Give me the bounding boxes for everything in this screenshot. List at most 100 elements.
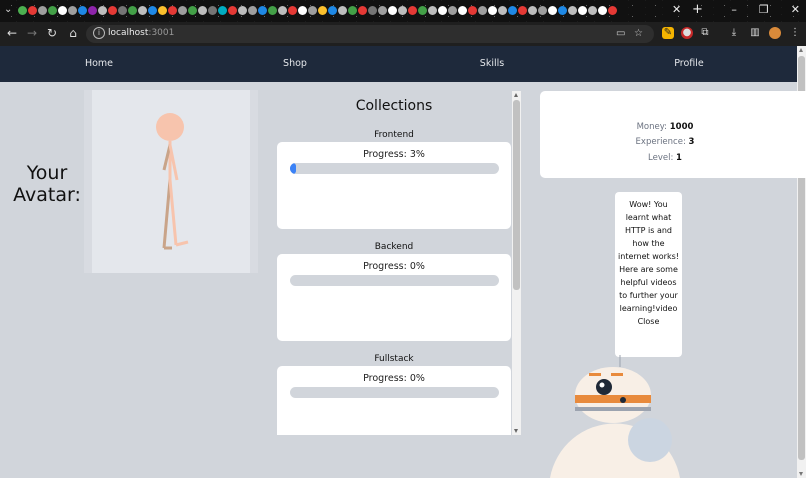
address-text[interactable]: localhost:3001 (108, 28, 174, 38)
pinned-tab-favicon-icon[interactable] (298, 6, 307, 15)
profile-avatar-icon[interactable] (769, 27, 781, 39)
collection-card[interactable]: Progress: 0% (277, 254, 511, 341)
pinned-tab-favicon-icon[interactable] (238, 6, 247, 15)
extensions-puzzle-icon[interactable]: ⧉ (699, 27, 711, 39)
pinned-tab-favicon-icon[interactable] (138, 6, 147, 15)
pinned-tab-favicon-icon[interactable] (588, 6, 597, 15)
nav-home[interactable]: Home (85, 58, 113, 69)
collection-name: Fullstack (374, 354, 414, 364)
pinned-tab-favicon-icon[interactable] (68, 6, 77, 15)
pinned-tab-favicon-icon[interactable] (158, 6, 167, 15)
collections-scrollbar[interactable] (512, 91, 521, 435)
collection-card[interactable]: Progress: 3% (277, 142, 511, 229)
collections-list[interactable]: Frontend Progress: 3% Backend Progress: … (276, 92, 521, 435)
pinned-tab-favicon-icon[interactable] (428, 6, 437, 15)
pinned-tab-favicon-icon[interactable] (108, 6, 117, 15)
pinned-tab-favicon-icon[interactable] (78, 6, 87, 15)
pinned-tab-favicon-icon[interactable] (278, 6, 287, 15)
pinned-tab-favicon-icon[interactable] (268, 6, 277, 15)
restore-icon[interactable]: ❐ (759, 3, 769, 16)
pinned-tab-favicon-icon[interactable] (388, 6, 397, 15)
pinned-tab-favicon-icon[interactable] (558, 6, 567, 15)
pinned-tab-favicon-icon[interactable] (28, 6, 37, 15)
pinned-tab-favicon-icon[interactable] (248, 6, 257, 15)
pinned-tab-favicon-icon[interactable] (358, 6, 367, 15)
pinned-tab-favicon-icon[interactable] (168, 6, 177, 15)
pinned-tab-favicon-icon[interactable] (308, 6, 317, 15)
nav-shop[interactable]: Shop (283, 58, 307, 69)
forward-icon[interactable]: → (25, 26, 39, 40)
pinned-tab-favicon-icon[interactable] (48, 6, 57, 15)
pinned-tab-favicon-icon[interactable] (88, 6, 97, 15)
pinned-tab-favicon-icon[interactable] (118, 6, 127, 15)
extension-icon[interactable]: ✎ (662, 27, 674, 39)
side-panel-icon[interactable]: ▥ (749, 27, 761, 39)
pinned-tab-favicon-icon[interactable] (458, 6, 467, 15)
pinned-tab-favicon-icon[interactable] (218, 6, 227, 15)
pinned-tab-favicon-icon[interactable] (478, 6, 487, 15)
pinned-tab-favicon-icon[interactable] (568, 6, 577, 15)
close-window-icon[interactable]: ✕ (791, 3, 800, 16)
pinned-tab-favicon-icon[interactable] (448, 6, 457, 15)
pinned-tab-favicon-icon[interactable] (488, 6, 497, 15)
scroll-thumb[interactable] (513, 100, 520, 290)
bookmark-star-icon[interactable]: ☆ (634, 28, 643, 39)
pinned-tab-favicon-icon[interactable] (538, 6, 547, 15)
collection-card[interactable]: Progress: 0% (277, 366, 511, 435)
pinned-tab-favicon-icon[interactable] (548, 6, 557, 15)
pinned-tab-favicon-icon[interactable] (328, 6, 337, 15)
nav-skills[interactable]: Skills (480, 58, 504, 69)
scroll-down-arrow[interactable] (799, 472, 803, 476)
site-info-icon[interactable]: i (93, 27, 105, 39)
pinned-tab-favicon-icon[interactable] (208, 6, 217, 15)
pinned-tab-favicon-icon[interactable] (128, 6, 137, 15)
pinned-tab-favicon-icon[interactable] (198, 6, 207, 15)
pinned-tab-favicon-icon[interactable] (468, 6, 477, 15)
pinned-tab-favicon-icon[interactable] (598, 6, 607, 15)
pinned-tab-favicon-icon[interactable] (578, 6, 587, 15)
close-tab-icon[interactable]: ✕ (672, 3, 681, 16)
pinned-tab-favicon-icon[interactable] (38, 6, 47, 15)
scroll-down-arrow[interactable] (514, 429, 518, 433)
back-icon[interactable]: ← (5, 26, 19, 40)
collection-progress-text: Progress: 3% (363, 149, 425, 160)
pinned-tab-favicon-icon[interactable] (228, 6, 237, 15)
menu-kebab-icon[interactable]: ⋮ (789, 27, 801, 39)
pinned-tab-favicon-icon[interactable] (418, 6, 427, 15)
pinned-tab-favicon-icon[interactable] (368, 6, 377, 15)
scroll-up-arrow[interactable] (514, 93, 518, 97)
pinned-tab-favicon-icon[interactable] (18, 6, 27, 15)
download-icon[interactable]: ⤓ (728, 27, 740, 39)
new-tab-icon[interactable]: + (692, 2, 703, 17)
address-bar[interactable]: i localhost:3001 ▭ ☆ (86, 25, 654, 43)
pinned-tabs[interactable] (18, 6, 617, 15)
pinned-tab-favicon-icon[interactable] (398, 6, 407, 15)
bubble-close-button[interactable]: Close (618, 315, 679, 328)
cast-icon[interactable]: ▭ (616, 28, 625, 39)
reload-icon[interactable]: ↻ (45, 26, 59, 40)
pinned-tab-favicon-icon[interactable] (378, 6, 387, 15)
pinned-tab-favicon-icon[interactable] (408, 6, 417, 15)
pinned-tab-favicon-icon[interactable] (188, 6, 197, 15)
pinned-tab-favicon-icon[interactable] (148, 6, 157, 15)
extension-icon[interactable]: ● (681, 27, 693, 39)
pinned-tab-favicon-icon[interactable] (348, 6, 357, 15)
pinned-tab-favicon-icon[interactable] (518, 6, 527, 15)
pinned-tab-favicon-icon[interactable] (438, 6, 447, 15)
pinned-tab-favicon-icon[interactable] (288, 6, 297, 15)
pinned-tab-favicon-icon[interactable] (508, 6, 517, 15)
pinned-tab-favicon-icon[interactable] (338, 6, 347, 15)
nav-profile[interactable]: Profile (674, 58, 704, 69)
pinned-tab-favicon-icon[interactable] (58, 6, 67, 15)
home-icon[interactable]: ⌂ (66, 26, 80, 40)
pinned-tab-favicon-icon[interactable] (318, 6, 327, 15)
pinned-tab-favicon-icon[interactable] (178, 6, 187, 15)
scroll-up-arrow[interactable] (799, 48, 803, 52)
pinned-tab-favicon-icon[interactable] (528, 6, 537, 15)
minimize-icon[interactable]: – (731, 3, 737, 16)
pinned-tab-favicon-icon[interactable] (98, 6, 107, 15)
pinned-tab-favicon-icon[interactable] (498, 6, 507, 15)
pinned-tab-favicon-icon[interactable] (258, 6, 267, 15)
pinned-tab-favicon-icon[interactable] (608, 6, 617, 15)
tab-search-icon[interactable]: ⌄ (4, 4, 12, 15)
